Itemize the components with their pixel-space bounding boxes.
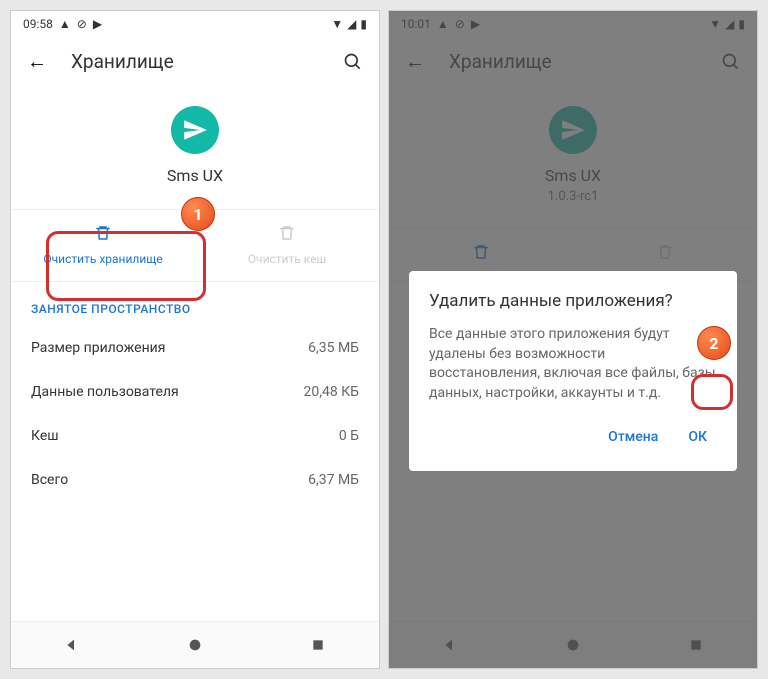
- status-time: 09:58: [23, 17, 53, 31]
- row-total: Всего 6,37 МБ: [11, 458, 379, 502]
- back-button[interactable]: ←: [27, 49, 47, 74]
- nav-recent-button[interactable]: [309, 636, 327, 654]
- phone-screenshot-1: 09:58 ▲ ⊘ ▶ ▼ ◢ ▮ ← Хранилище Sms UX Очи…: [10, 10, 380, 669]
- nav-home-button[interactable]: [186, 636, 204, 654]
- wifi-icon: ▼: [331, 17, 343, 31]
- status-bar: 09:58 ▲ ⊘ ▶ ▼ ◢ ▮: [11, 11, 379, 37]
- trash-icon: [203, 224, 371, 242]
- dialog-text: Все данные этого приложения будут удален…: [429, 325, 717, 403]
- confirm-dialog: Удалить данные приложения? Все данные эт…: [409, 271, 737, 471]
- nav-back-button[interactable]: [63, 636, 81, 654]
- app-bar: ← Хранилище: [11, 37, 379, 86]
- annotation-badge-1: 1: [181, 197, 215, 231]
- row-user-data: Данные пользователя 20,48 КБ: [11, 370, 379, 414]
- app-name: Sms UX: [11, 166, 379, 185]
- dialog-title: Удалить данные приложения?: [429, 291, 717, 311]
- clear-storage-button[interactable]: Очистить хранилище: [11, 210, 195, 281]
- play-icon: ▶: [93, 17, 102, 31]
- row-app-size: Размер приложения 6,35 МБ: [11, 326, 379, 370]
- app-header: Sms UX: [11, 86, 379, 209]
- dialog-ok-button[interactable]: ОК: [678, 423, 717, 451]
- battery-icon: ▮: [360, 17, 367, 31]
- search-button[interactable]: [343, 52, 363, 72]
- warning-icon: ▲: [59, 17, 71, 31]
- app-icon: [171, 106, 219, 154]
- no-icon: ⊘: [77, 17, 87, 31]
- clear-storage-label: Очистить хранилище: [43, 252, 162, 266]
- phone-screenshot-2: 10:01 ▲ ⊘ ▶ ▼ ◢ ▮ ← Хранилище Sms UX 1.0…: [388, 10, 758, 669]
- page-title: Хранилище: [71, 50, 319, 73]
- annotation-badge-2: 2: [697, 326, 731, 360]
- clear-cache-button: Очистить кеш: [195, 210, 379, 281]
- clear-cache-label: Очистить кеш: [248, 252, 326, 266]
- trash-icon: [19, 224, 187, 242]
- signal-icon: ◢: [347, 17, 356, 31]
- nav-bar: [11, 621, 379, 668]
- section-header: ЗАНЯТОЕ ПРОСТРАНСТВО: [11, 282, 379, 326]
- row-cache: Кеш 0 Б: [11, 414, 379, 458]
- dialog-cancel-button[interactable]: Отмена: [598, 423, 668, 451]
